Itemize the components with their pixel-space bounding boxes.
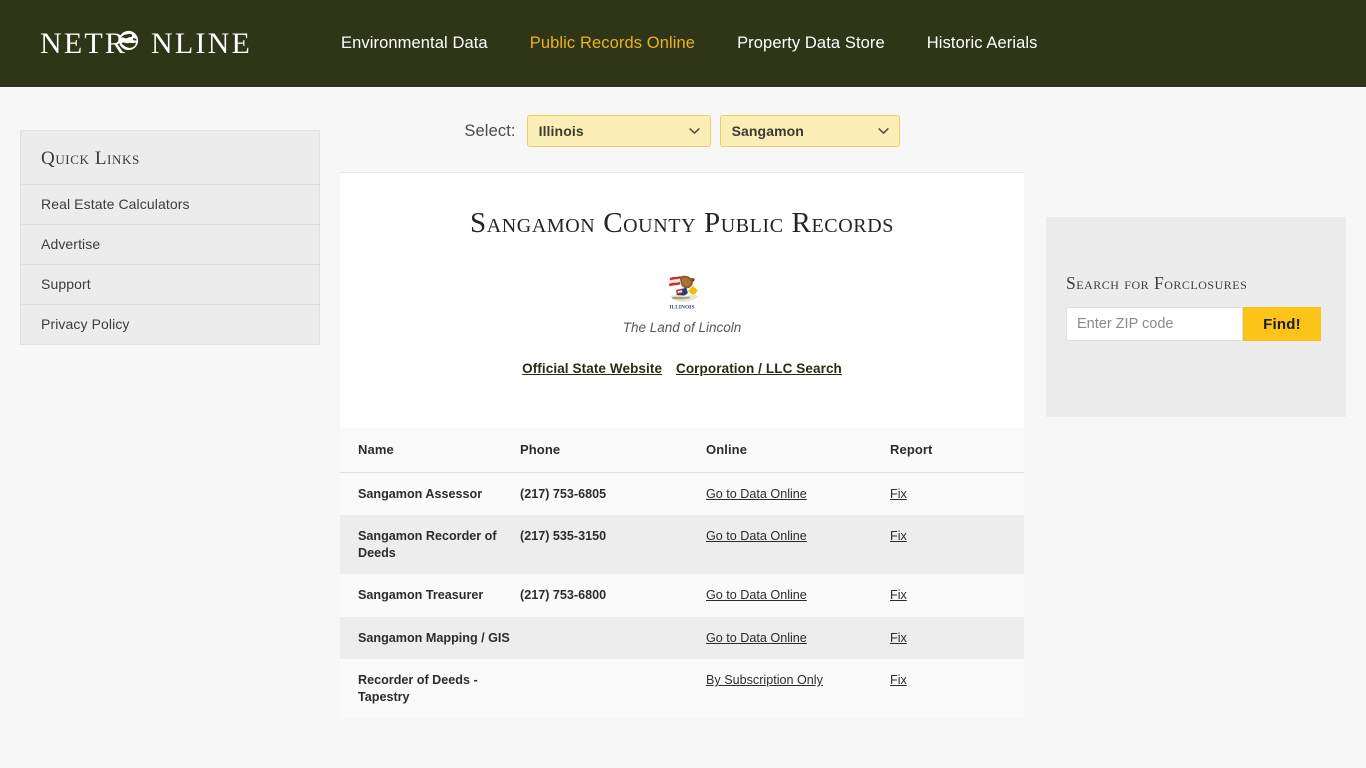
main-content: Select: Illinois Sangamon Sangamon Count… bbox=[340, 87, 1024, 718]
table-row: Sangamon Mapping / GIS Go to Data Online… bbox=[340, 616, 1024, 659]
sidebar-item-privacy-policy[interactable]: Privacy Policy bbox=[21, 304, 319, 344]
page-body: Quick Links Real Estate Calculators Adve… bbox=[0, 87, 1366, 768]
records-table: Name Phone Online Report Sangamon Assess… bbox=[340, 428, 1024, 718]
table-row: Sangamon Recorder of Deeds (217) 535-315… bbox=[340, 515, 1024, 574]
cell-report: Fix bbox=[890, 630, 1006, 647]
nav-item-property-data-store[interactable]: Property Data Store bbox=[716, 24, 906, 63]
cell-report: Fix bbox=[890, 528, 1006, 545]
nav-item-public-records-online[interactable]: Public Records Online bbox=[509, 24, 716, 63]
cell-online: Go to Data Online bbox=[706, 630, 890, 647]
logo-text-after: NLINE bbox=[151, 26, 252, 60]
cell-report: Fix bbox=[890, 587, 1006, 604]
cell-name: Recorder of Deeds - Tapestry bbox=[358, 673, 478, 704]
foreclosure-search-panel: Search for Forclosures Find! bbox=[1046, 217, 1346, 417]
state-select-value: Illinois bbox=[538, 123, 584, 139]
table-row: Sangamon Assessor (217) 753-6805 Go to D… bbox=[340, 472, 1024, 515]
sidebar-item-advertise[interactable]: Advertise bbox=[21, 224, 319, 264]
select-label: Select: bbox=[464, 121, 516, 140]
cell-phone: (217) 753-6805 bbox=[520, 486, 607, 501]
fix-link[interactable]: Fix bbox=[890, 631, 907, 645]
foreclosure-search-heading: Search for Forclosures bbox=[1066, 273, 1248, 293]
find-button[interactable]: Find! bbox=[1243, 307, 1321, 341]
fix-link[interactable]: Fix bbox=[890, 588, 907, 602]
table-row: Recorder of Deeds - Tapestry By Subscrip… bbox=[340, 659, 1024, 718]
fix-link[interactable]: Fix bbox=[890, 529, 907, 543]
go-to-data-online-link[interactable]: Go to Data Online bbox=[706, 487, 807, 501]
county-overview-card: Sangamon County Public Records ILLINOIS … bbox=[340, 172, 1024, 428]
county-select[interactable]: Sangamon bbox=[719, 115, 900, 147]
table-row: Sangamon Treasurer (217) 753-6800 Go to … bbox=[340, 574, 1024, 617]
zip-code-input[interactable] bbox=[1066, 307, 1243, 341]
sidebar-item-real-estate-calculators[interactable]: Real Estate Calculators bbox=[21, 184, 319, 224]
site-logo[interactable]: NETRONLINE bbox=[40, 24, 252, 64]
go-to-data-online-link[interactable]: Go to Data Online bbox=[706, 631, 807, 645]
cell-online: By Subscription Only bbox=[706, 672, 890, 689]
page-title: Sangamon County Public Records bbox=[469, 207, 895, 239]
fix-link[interactable]: Fix bbox=[890, 487, 907, 501]
cell-name: Sangamon Treasurer bbox=[358, 588, 484, 602]
foreclosure-search-form: Find! bbox=[1066, 307, 1326, 341]
quick-links-sidebar: Quick Links Real Estate Calculators Adve… bbox=[20, 130, 320, 345]
main-navigation: Environmental Data Public Records Online… bbox=[320, 24, 1059, 63]
table-header-row: Name Phone Online Report bbox=[340, 428, 1024, 473]
state-select[interactable]: Illinois bbox=[526, 115, 711, 147]
cell-online: Go to Data Online bbox=[706, 486, 890, 503]
state-motto: The Land of Lincoln bbox=[622, 320, 742, 335]
cell-online: Go to Data Online bbox=[706, 587, 890, 604]
illinois-state-seal: ILLINOIS bbox=[666, 271, 699, 310]
cell-name: Sangamon Assessor bbox=[358, 486, 483, 501]
sidebar-item-support[interactable]: Support bbox=[21, 264, 319, 304]
seal-caption: ILLINOIS bbox=[669, 304, 694, 310]
logo-wordmark: NETRONLINE bbox=[40, 26, 252, 60]
state-links: Official State Website Corporation / LLC… bbox=[340, 360, 1024, 376]
cell-name: Sangamon Recorder of Deeds bbox=[358, 529, 497, 560]
column-header-online: Online bbox=[706, 442, 748, 457]
chevron-down-icon bbox=[877, 128, 889, 134]
go-to-data-online-link[interactable]: Go to Data Online bbox=[706, 588, 807, 602]
column-header-report: Report bbox=[890, 442, 933, 457]
cell-name: Sangamon Mapping / GIS bbox=[358, 630, 510, 645]
chevron-down-icon bbox=[688, 128, 700, 134]
nav-item-environmental-data[interactable]: Environmental Data bbox=[320, 24, 509, 63]
column-header-phone: Phone bbox=[520, 442, 561, 457]
cell-report: Fix bbox=[890, 486, 1006, 503]
cell-online: Go to Data Online bbox=[706, 528, 890, 545]
state-seal-wrapper: ILLINOIS bbox=[340, 268, 1024, 315]
nav-item-historic-aerials[interactable]: Historic Aerials bbox=[906, 24, 1059, 63]
location-selector-bar: Select: Illinois Sangamon bbox=[340, 87, 1024, 172]
corporation-llc-search-link[interactable]: Corporation / LLC Search bbox=[676, 361, 842, 376]
quick-links-heading: Quick Links bbox=[41, 148, 140, 169]
county-select-value: Sangamon bbox=[731, 123, 804, 139]
column-header-name: Name bbox=[358, 442, 394, 457]
by-subscription-only-link[interactable]: By Subscription Only bbox=[706, 673, 823, 687]
globe-icon bbox=[118, 30, 139, 50]
go-to-data-online-link[interactable]: Go to Data Online bbox=[706, 529, 807, 543]
cell-phone: (217) 753-6800 bbox=[520, 588, 607, 602]
logo-text-before: NETR bbox=[40, 26, 128, 60]
cell-phone: (217) 535-3150 bbox=[520, 529, 607, 543]
fix-link[interactable]: Fix bbox=[890, 673, 907, 687]
official-state-website-link[interactable]: Official State Website bbox=[522, 361, 662, 376]
site-header: NETRONLINE Environmental Data Public Rec… bbox=[0, 0, 1366, 87]
cell-report: Fix bbox=[890, 672, 1006, 689]
